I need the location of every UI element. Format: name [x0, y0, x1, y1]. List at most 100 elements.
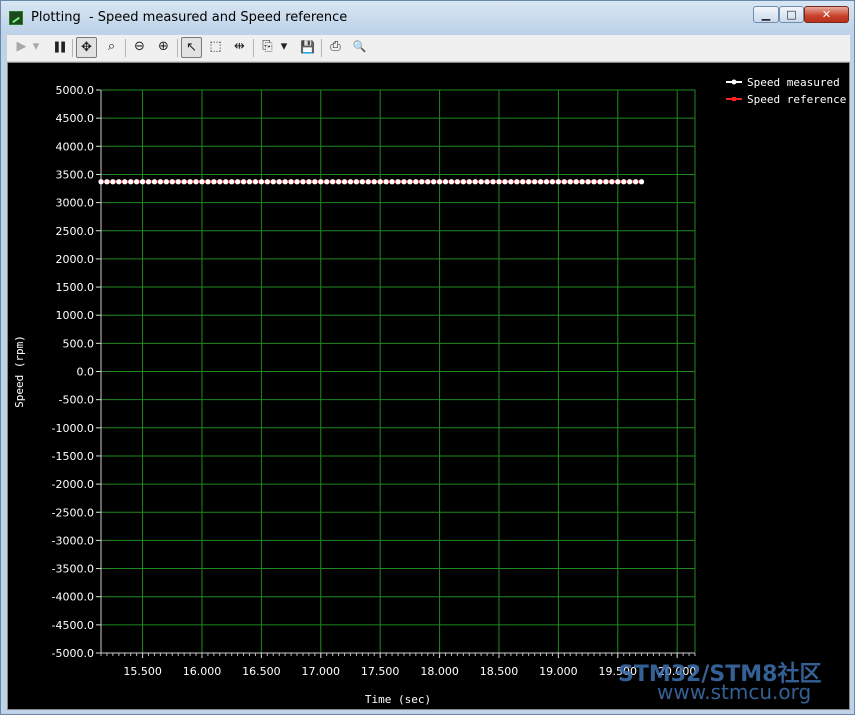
y-tick-label: -1500.0 [52, 450, 94, 463]
y-tick-label: -500.0 [59, 394, 94, 407]
point-speed-measured [240, 179, 247, 185]
point-speed-measured [561, 179, 567, 185]
minimize-button[interactable]: ▁ [753, 6, 779, 23]
point-speed-measured [205, 179, 211, 185]
print-preview-icon[interactable]: 🔍 [349, 37, 370, 58]
point-speed-measured [436, 179, 443, 185]
point-speed-measured [508, 179, 514, 185]
point-speed-measured [603, 179, 609, 185]
point-speed-measured [460, 179, 466, 185]
point-speed-measured [472, 179, 478, 185]
y-tick-label: -4000.0 [52, 591, 94, 604]
copy-icon[interactable]: ⎘ [257, 37, 278, 58]
toolbar-separator [125, 39, 126, 57]
point-speed-measured [157, 179, 163, 185]
toolbar-separator [321, 39, 322, 57]
zoom-area-icon[interactable]: ⌕ [101, 37, 122, 58]
y-tick-label: 0.0 [77, 366, 95, 379]
point-speed-measured [615, 179, 621, 185]
legend-marker-speed-reference [732, 97, 736, 101]
point-speed-measured [365, 179, 371, 185]
window-title: Plotting - Speed measured and Speed refe… [31, 10, 348, 25]
point-speed-measured [169, 179, 175, 185]
y-tick-label: 4500.0 [56, 112, 95, 125]
point-speed-measured [532, 179, 538, 185]
pause-icon[interactable]: ❚❚ [48, 37, 69, 58]
point-speed-measured [537, 179, 544, 185]
point-speed-measured [258, 179, 264, 185]
dropdown-icon[interactable]: ▾ [29, 37, 43, 58]
point-speed-measured [555, 179, 561, 185]
y-tick-label: -2500.0 [52, 506, 94, 519]
point-speed-measured [318, 179, 324, 185]
point-speed-measured [413, 179, 419, 185]
y-tick-label: 2000.0 [56, 253, 95, 266]
point-speed-measured [187, 179, 193, 185]
point-speed-measured [145, 179, 152, 185]
y-tick-label: 4000.0 [56, 140, 95, 153]
point-speed-measured [336, 179, 342, 185]
point-speed-measured [526, 179, 532, 185]
close-button[interactable]: ✕ [804, 6, 849, 23]
x-tick-label: 18.500 [480, 665, 519, 678]
point-speed-measured [425, 179, 431, 185]
point-speed-measured [116, 179, 122, 185]
point-speed-measured [341, 179, 348, 185]
point-speed-measured [395, 179, 401, 185]
plot-area[interactable]: 5000.0 4500.0 4000.0 3500.0 3000.0 2500.0 2000… [7, 62, 850, 710]
point-speed-measured [330, 179, 336, 185]
y-tick-label: -2000.0 [52, 478, 94, 491]
point-speed-measured [312, 179, 318, 185]
toolbar-separator [177, 39, 178, 57]
point-speed-measured [383, 179, 389, 185]
fit-width-icon[interactable]: ⇹ [229, 37, 250, 58]
point-speed-measured [276, 179, 282, 185]
x-tick-label: 16.000 [183, 665, 222, 678]
point-speed-measured [466, 179, 472, 185]
point-speed-measured [448, 179, 455, 185]
pan-icon[interactable]: ✥ [76, 37, 97, 58]
toolbar-separator [253, 39, 254, 57]
select-pointer-icon[interactable]: ↖ [181, 37, 202, 58]
point-speed-measured [223, 179, 229, 185]
print-icon[interactable]: ⎙ [325, 37, 346, 58]
point-speed-measured [377, 179, 383, 185]
y-tick-label: 1000.0 [56, 309, 95, 322]
speed-chart: 5000.0 4500.0 4000.0 3500.0 3000.0 2500.0 2000… [13, 76, 846, 706]
point-speed-measured [627, 179, 633, 185]
point-speed-measured [543, 179, 550, 185]
zoom-in-icon[interactable]: ⊕ [153, 37, 174, 58]
point-speed-measured [199, 179, 205, 185]
x-axis-label: Time (sec) [365, 693, 431, 706]
point-speed-measured [139, 179, 146, 185]
save-icon[interactable]: 💾 [297, 37, 318, 58]
x-tick-label: 15.500 [123, 665, 162, 678]
point-speed-measured [282, 179, 288, 185]
point-speed-measured [294, 179, 300, 185]
legend-label-speed-reference: Speed reference [747, 93, 846, 106]
select-rect-icon[interactable]: ⬚ [205, 37, 226, 58]
point-speed-measured [246, 179, 253, 185]
y-tick-label: 2500.0 [56, 225, 95, 238]
point-speed-measured [573, 179, 579, 185]
maximize-button[interactable]: □ [779, 6, 804, 23]
point-speed-measured [288, 179, 294, 185]
point-speed-measured [419, 179, 425, 185]
point-speed-measured [306, 179, 312, 185]
point-speed-measured [401, 179, 407, 185]
point-speed-measured [407, 179, 413, 185]
point-speed-measured [110, 179, 116, 185]
point-speed-measured [597, 179, 603, 185]
point-speed-measured [371, 179, 377, 185]
zoom-out-icon[interactable]: ⊖ [129, 37, 150, 58]
point-speed-measured [609, 179, 615, 185]
point-speed-measured [359, 179, 365, 185]
toolbar: ▶ ▾ ❚❚ ✥ ⌕ ⊖ ⊕ ↖ ⬚ ⇹ ⎘ ▾ 💾 ⎙ 🔍 [7, 35, 850, 62]
point-speed-measured [442, 179, 449, 185]
point-speed-measured [300, 179, 306, 185]
copy-dropdown-icon[interactable]: ▾ [277, 37, 291, 58]
point-speed-measured [181, 179, 187, 185]
app-icon [9, 11, 23, 25]
title-bar[interactable]: Plotting - Speed measured and Speed refe… [1, 1, 854, 35]
point-speed-measured [264, 179, 270, 185]
